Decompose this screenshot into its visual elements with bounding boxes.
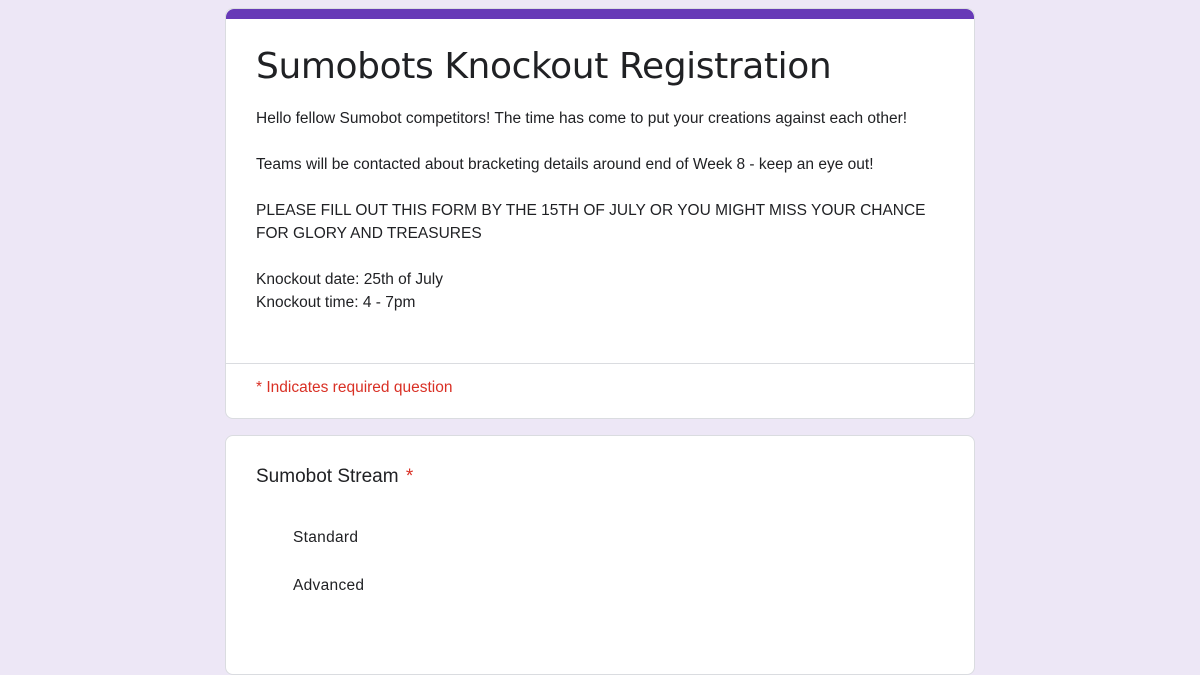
required-question-note: * Indicates required question (256, 379, 453, 396)
option-label-advanced: Advanced (293, 577, 365, 594)
radio-button-icon[interactable] (268, 529, 286, 547)
form-description: Hello fellow Sumobot competitors! The ti… (256, 107, 946, 314)
radio-option-standard[interactable]: Standard (256, 514, 944, 562)
accent-bar (226, 9, 974, 19)
radio-option-advanced[interactable]: Advanced (256, 562, 944, 610)
question-card-sumobot-stream: Sumobot Stream * Standard Advanced (225, 435, 975, 675)
form-container: Sumobots Knockout Registration Hello fel… (225, 8, 975, 675)
question-title: Sumobot Stream * (256, 464, 944, 490)
form-header-body: Sumobots Knockout Registration Hello fel… (226, 19, 974, 363)
description-paragraph-intro: Hello fellow Sumobot competitors! The ti… (256, 110, 908, 127)
form-title: Sumobots Knockout Registration (256, 46, 832, 87)
radio-button-icon[interactable] (268, 577, 286, 595)
description-paragraph-bracketing: Teams will be contacted about bracketing… (256, 156, 874, 173)
knockout-time: Knockout time: 4 - 7pm (256, 294, 416, 311)
required-asterisk: * (405, 466, 414, 487)
description-paragraph-schedule: Knockout date: 25th of July Knockout tim… (256, 268, 946, 314)
question-title-text: Sumobot Stream (256, 466, 399, 487)
description-paragraph-deadline: PLEASE FILL OUT THIS FORM BY THE 15TH OF… (256, 202, 926, 242)
knockout-date: Knockout date: 25th of July (256, 271, 443, 288)
form-header-card: Sumobots Knockout Registration Hello fel… (225, 8, 975, 419)
option-label-standard: Standard (293, 529, 359, 546)
